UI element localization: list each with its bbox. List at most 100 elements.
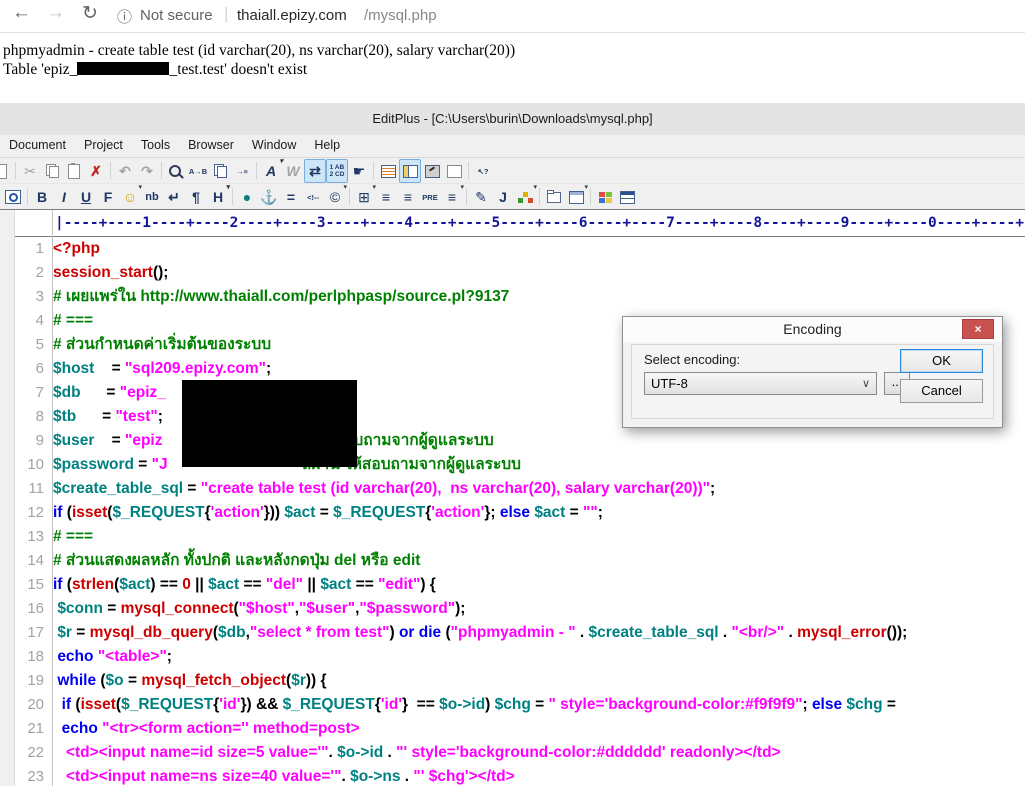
window-list-icon[interactable]: ▾ bbox=[565, 184, 588, 209]
code-line-19[interactable]: 19 while ($o = mysql_fetch_object($r)) { bbox=[0, 669, 1025, 693]
output-window-icon[interactable] bbox=[421, 159, 443, 183]
code-line-16[interactable]: 16 $conn = mysql_connect("$host","$user"… bbox=[0, 597, 1025, 621]
page-text-line2: Table 'epiz_ _test.test' doesn't exist bbox=[3, 61, 308, 78]
script-tag-icon[interactable]: ✎ bbox=[470, 185, 492, 209]
object-tag-icon[interactable]: ▾ bbox=[514, 184, 537, 209]
url-host[interactable]: thaiall.epizy.com bbox=[237, 7, 347, 24]
close-icon[interactable]: × bbox=[962, 319, 994, 339]
toolbar-separator bbox=[232, 188, 233, 205]
stamp-tool-icon[interactable]: ☛ bbox=[348, 159, 370, 183]
window-title: EditPlus - [C:\Users\burin\Downloads\mys… bbox=[0, 103, 1025, 135]
non-breaking-space-icon[interactable]: nb bbox=[141, 185, 163, 209]
page-info-icon[interactable]: ⓘ bbox=[117, 6, 132, 27]
anchor-icon[interactable]: ⚓ bbox=[258, 185, 280, 209]
font-icon[interactable]: A ▾ bbox=[260, 158, 283, 183]
not-secure-label[interactable]: Not secure bbox=[140, 7, 213, 24]
ruler-scale: |----+----1----+----2----+----3----+----… bbox=[55, 215, 1025, 231]
menu-tools[interactable]: Tools bbox=[132, 135, 179, 156]
copy-icon[interactable] bbox=[41, 159, 63, 183]
undo-icon[interactable]: ↶ bbox=[114, 159, 136, 183]
word-wrap-icon[interactable]: ⇄ bbox=[304, 159, 326, 183]
goto-line-icon[interactable]: →≡ bbox=[231, 159, 253, 183]
menu-project[interactable]: Project bbox=[75, 135, 132, 156]
code-line-11[interactable]: 11 $create_table_sql = "create table test… bbox=[0, 477, 1025, 501]
list-tag-icon[interactable]: ≡ ▾ bbox=[441, 184, 464, 209]
code-line-9[interactable]: 9 $user = "epiz ช้ ให้สอบถามจากผู้ดูแลระบบ bbox=[0, 429, 1025, 453]
code-line-2[interactable]: 2 session_start(); bbox=[0, 261, 1025, 285]
menu-window[interactable]: Window bbox=[243, 135, 305, 156]
comment-tag-icon[interactable]: <!-- bbox=[302, 185, 324, 209]
horizontal-rule-icon[interactable]: = bbox=[280, 185, 302, 209]
toolbar-separator bbox=[110, 162, 111, 179]
document-list-icon[interactable] bbox=[377, 159, 399, 183]
menu-bar: Document Project Tools Browser Window Help bbox=[0, 135, 1025, 158]
italic-icon[interactable]: I bbox=[53, 185, 75, 209]
side-panel-icon[interactable] bbox=[399, 159, 421, 183]
windows-explorer-icon[interactable] bbox=[594, 185, 616, 209]
code-line-21[interactable]: 21 echo "<tr><form action='' method=post… bbox=[0, 717, 1025, 741]
back-icon[interactable]: ← bbox=[12, 2, 31, 24]
browser-toolbar: ← → ↻ ⓘ Not secure | thaiall.epizy.com /… bbox=[0, 0, 1025, 33]
align-right-icon[interactable]: ≡ bbox=[397, 185, 419, 209]
code-line-17[interactable]: 17 $r = mysql_db_query($db,"select * fro… bbox=[0, 621, 1025, 645]
table-tag-icon[interactable]: ⊞ ▾ bbox=[353, 184, 376, 209]
line-numbers-icon[interactable]: 1 AB 2 CD bbox=[326, 159, 348, 183]
redaction-box-db-name bbox=[77, 62, 170, 75]
forward-icon[interactable]: → bbox=[46, 2, 65, 24]
editplus-window: EditPlus - [C:\Users\burin\Downloads\mys… bbox=[0, 103, 1025, 786]
heading-icon[interactable]: H ▾ bbox=[207, 184, 230, 209]
replace-icon[interactable]: A→B bbox=[187, 159, 209, 183]
special-character-icon[interactable]: © ▾ bbox=[324, 184, 347, 209]
underline-icon[interactable]: U bbox=[75, 185, 97, 209]
bold-icon[interactable]: B bbox=[31, 185, 53, 209]
code-line-18[interactable]: 18 echo "<table>"; bbox=[0, 645, 1025, 669]
javascript-icon[interactable]: J bbox=[492, 185, 514, 209]
paste-icon[interactable] bbox=[63, 159, 85, 183]
refresh-icon[interactable]: ↻ bbox=[82, 2, 98, 25]
encoding-dialog: Encoding × Select encoding: UTF-8 ∨ ... … bbox=[622, 316, 1003, 428]
cancel-button[interactable]: Cancel bbox=[900, 379, 983, 403]
find-icon[interactable] bbox=[165, 159, 187, 183]
color-picker-icon[interactable]: ● bbox=[236, 185, 258, 209]
menu-help[interactable]: Help bbox=[305, 135, 349, 156]
new-document-icon[interactable] bbox=[0, 159, 12, 183]
delete-icon[interactable]: ✗ bbox=[85, 159, 107, 183]
cut-icon[interactable]: ✂ bbox=[19, 159, 41, 183]
preformatted-icon[interactable]: PRE bbox=[419, 185, 441, 209]
emoticon-icon[interactable]: ☺ ▾ bbox=[119, 184, 142, 209]
code-line-23[interactable]: 23 <td><input name=ns size=40 value='". … bbox=[0, 765, 1025, 786]
menu-document[interactable]: Document bbox=[0, 135, 75, 156]
function-list-icon[interactable] bbox=[443, 159, 465, 183]
encoding-select[interactable]: UTF-8 ∨ bbox=[644, 372, 877, 395]
new-window-icon[interactable] bbox=[543, 185, 565, 209]
encoding-value: UTF-8 bbox=[651, 376, 688, 391]
toolbar-separator bbox=[161, 162, 162, 179]
align-center-icon[interactable]: ≡ bbox=[375, 185, 397, 209]
split-window-icon[interactable] bbox=[616, 185, 638, 209]
code-line-3[interactable]: 3 # เผยแพร่ใน http://www.thaiall.com/perl… bbox=[0, 285, 1025, 309]
code-line-15[interactable]: 15 if (strlen($act) == 0 || $act == "del"… bbox=[0, 573, 1025, 597]
code-line-13[interactable]: 13 # === bbox=[0, 525, 1025, 549]
select-encoding-label: Select encoding: bbox=[644, 352, 741, 367]
url-path[interactable]: /mysql.php bbox=[364, 7, 437, 24]
redo-icon[interactable]: ↷ bbox=[136, 159, 158, 183]
menu-browser[interactable]: Browser bbox=[179, 135, 243, 156]
code-line-10[interactable]: 10 $password = "J สผ่าน ให้สอบถามจากผู้ดูแ… bbox=[0, 453, 1025, 477]
ok-button[interactable]: OK bbox=[900, 349, 983, 373]
font-face-icon[interactable]: F bbox=[97, 185, 119, 209]
code-line-22[interactable]: 22 <td><input name=id size=5 value='". $… bbox=[0, 741, 1025, 765]
line-break-icon[interactable]: ↵ bbox=[163, 185, 185, 209]
paragraph-icon[interactable]: ¶ bbox=[185, 185, 207, 209]
find-in-files-icon[interactable] bbox=[209, 159, 231, 183]
browser-page-content: phpmyadmin - create table test (id varch… bbox=[0, 33, 1025, 103]
watch-icon[interactable]: W bbox=[282, 159, 304, 183]
selection-margin bbox=[0, 210, 15, 786]
context-help-icon[interactable]: ↖? bbox=[472, 159, 494, 183]
code-line-1[interactable]: 1 <?php bbox=[0, 237, 1025, 261]
browser-preview-icon[interactable] bbox=[2, 185, 24, 209]
toolbar-separator bbox=[256, 162, 257, 179]
code-line-12[interactable]: 12 if (isset($_REQUEST{'action'})) $act =… bbox=[0, 501, 1025, 525]
code-line-14[interactable]: 14 # ส่วนแสดงผลหลัก ทั้งปกติ และหลังกดปุ่… bbox=[0, 549, 1025, 573]
code-line-20[interactable]: 20 if (isset($_REQUEST{'id'}) && $_REQUE… bbox=[0, 693, 1025, 717]
page-text-line1: phpmyadmin - create table test (id varch… bbox=[3, 42, 516, 59]
